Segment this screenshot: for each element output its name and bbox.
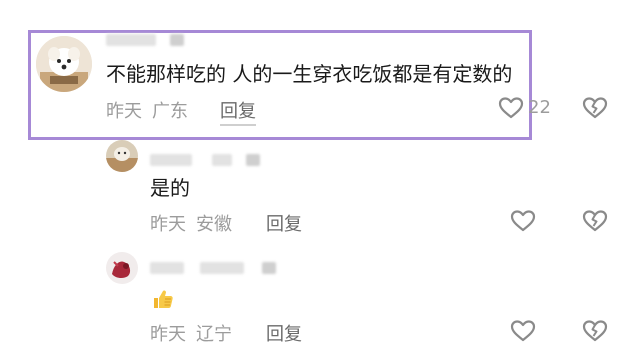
avatar[interactable]	[106, 140, 138, 172]
comment-location: 辽宁	[196, 324, 232, 345]
thumbs-up-emoji	[152, 288, 174, 310]
dislike-button[interactable]	[582, 96, 608, 120]
comment-date: 昨天	[150, 214, 186, 235]
comment-date: 昨天	[150, 324, 186, 345]
username	[170, 34, 184, 46]
reply-button[interactable]: 回复	[220, 97, 256, 126]
broken-heart-icon	[582, 97, 608, 119]
like-count: 22	[528, 97, 551, 118]
heart-icon	[498, 97, 524, 119]
broken-heart-icon	[582, 210, 608, 232]
like-button[interactable]	[510, 209, 536, 233]
reply-button[interactable]: 回复	[266, 210, 302, 236]
username[interactable]	[106, 34, 156, 46]
username	[212, 154, 232, 166]
broken-heart-icon	[582, 320, 608, 342]
username	[200, 262, 244, 274]
username[interactable]	[150, 262, 184, 274]
avatar[interactable]	[36, 36, 92, 92]
comment-text: 是的	[150, 176, 190, 200]
username	[246, 154, 260, 166]
comment-date: 昨天	[106, 101, 142, 122]
reply-button[interactable]: 回复	[266, 320, 302, 346]
comment-text: 不能那样吃的 人的一生穿衣吃饭都是有定数的	[106, 62, 513, 86]
heart-icon	[510, 210, 536, 232]
avatar[interactable]	[106, 252, 138, 284]
dislike-button[interactable]	[582, 209, 608, 233]
comment-location: 安徽	[196, 214, 232, 235]
heart-icon	[510, 320, 536, 342]
like-button[interactable]	[510, 319, 536, 343]
dislike-button[interactable]	[582, 319, 608, 343]
username	[262, 262, 276, 274]
username[interactable]	[150, 154, 192, 166]
like-button[interactable]	[498, 96, 524, 120]
comment-location: 广东	[152, 101, 188, 122]
